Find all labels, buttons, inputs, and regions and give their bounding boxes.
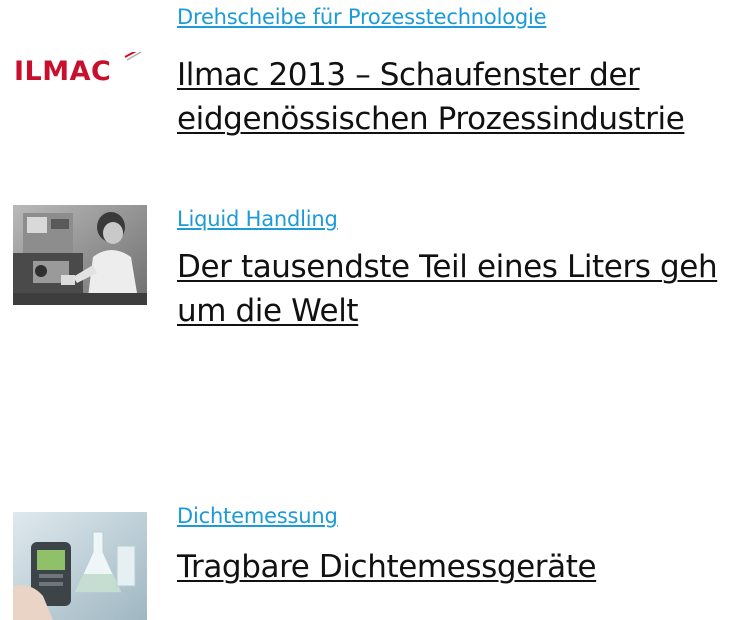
ilmac-logo[interactable]: ILMAC xyxy=(13,52,147,88)
density-meter-photo-graphic xyxy=(13,512,147,620)
article-headline-link[interactable]: Ilmac 2013 – Schaufenster der eidgenössi… xyxy=(177,53,745,141)
laboratory-worker-photo[interactable] xyxy=(13,205,147,305)
density-meter-photo[interactable] xyxy=(13,512,147,620)
article-headline-link[interactable]: Der tausendste Teil eines Liters geh um … xyxy=(177,245,746,333)
article-kicker-link[interactable]: Dichtemessung xyxy=(177,503,746,529)
ilmac-logo-graphic: ILMAC xyxy=(14,52,142,87)
article-kicker-link[interactable]: Drehscheibe für Prozesstechnologie xyxy=(177,4,746,30)
article-headline-link[interactable]: Tragbare Dichtemessgeräte xyxy=(177,545,746,589)
laboratory-worker-photo-graphic xyxy=(13,205,147,305)
article-body: Liquid Handling Der tausendste Teil eine… xyxy=(177,206,746,333)
article-kicker-link[interactable]: Liquid Handling xyxy=(177,206,746,232)
svg-text:ILMAC: ILMAC xyxy=(14,56,111,87)
headline-line-2: um die Welt xyxy=(177,293,359,329)
headline-line-1: Der tausendste Teil eines Liters geh xyxy=(177,249,718,285)
article-body: Drehscheibe für Prozesstechnologie Ilmac… xyxy=(177,4,746,141)
